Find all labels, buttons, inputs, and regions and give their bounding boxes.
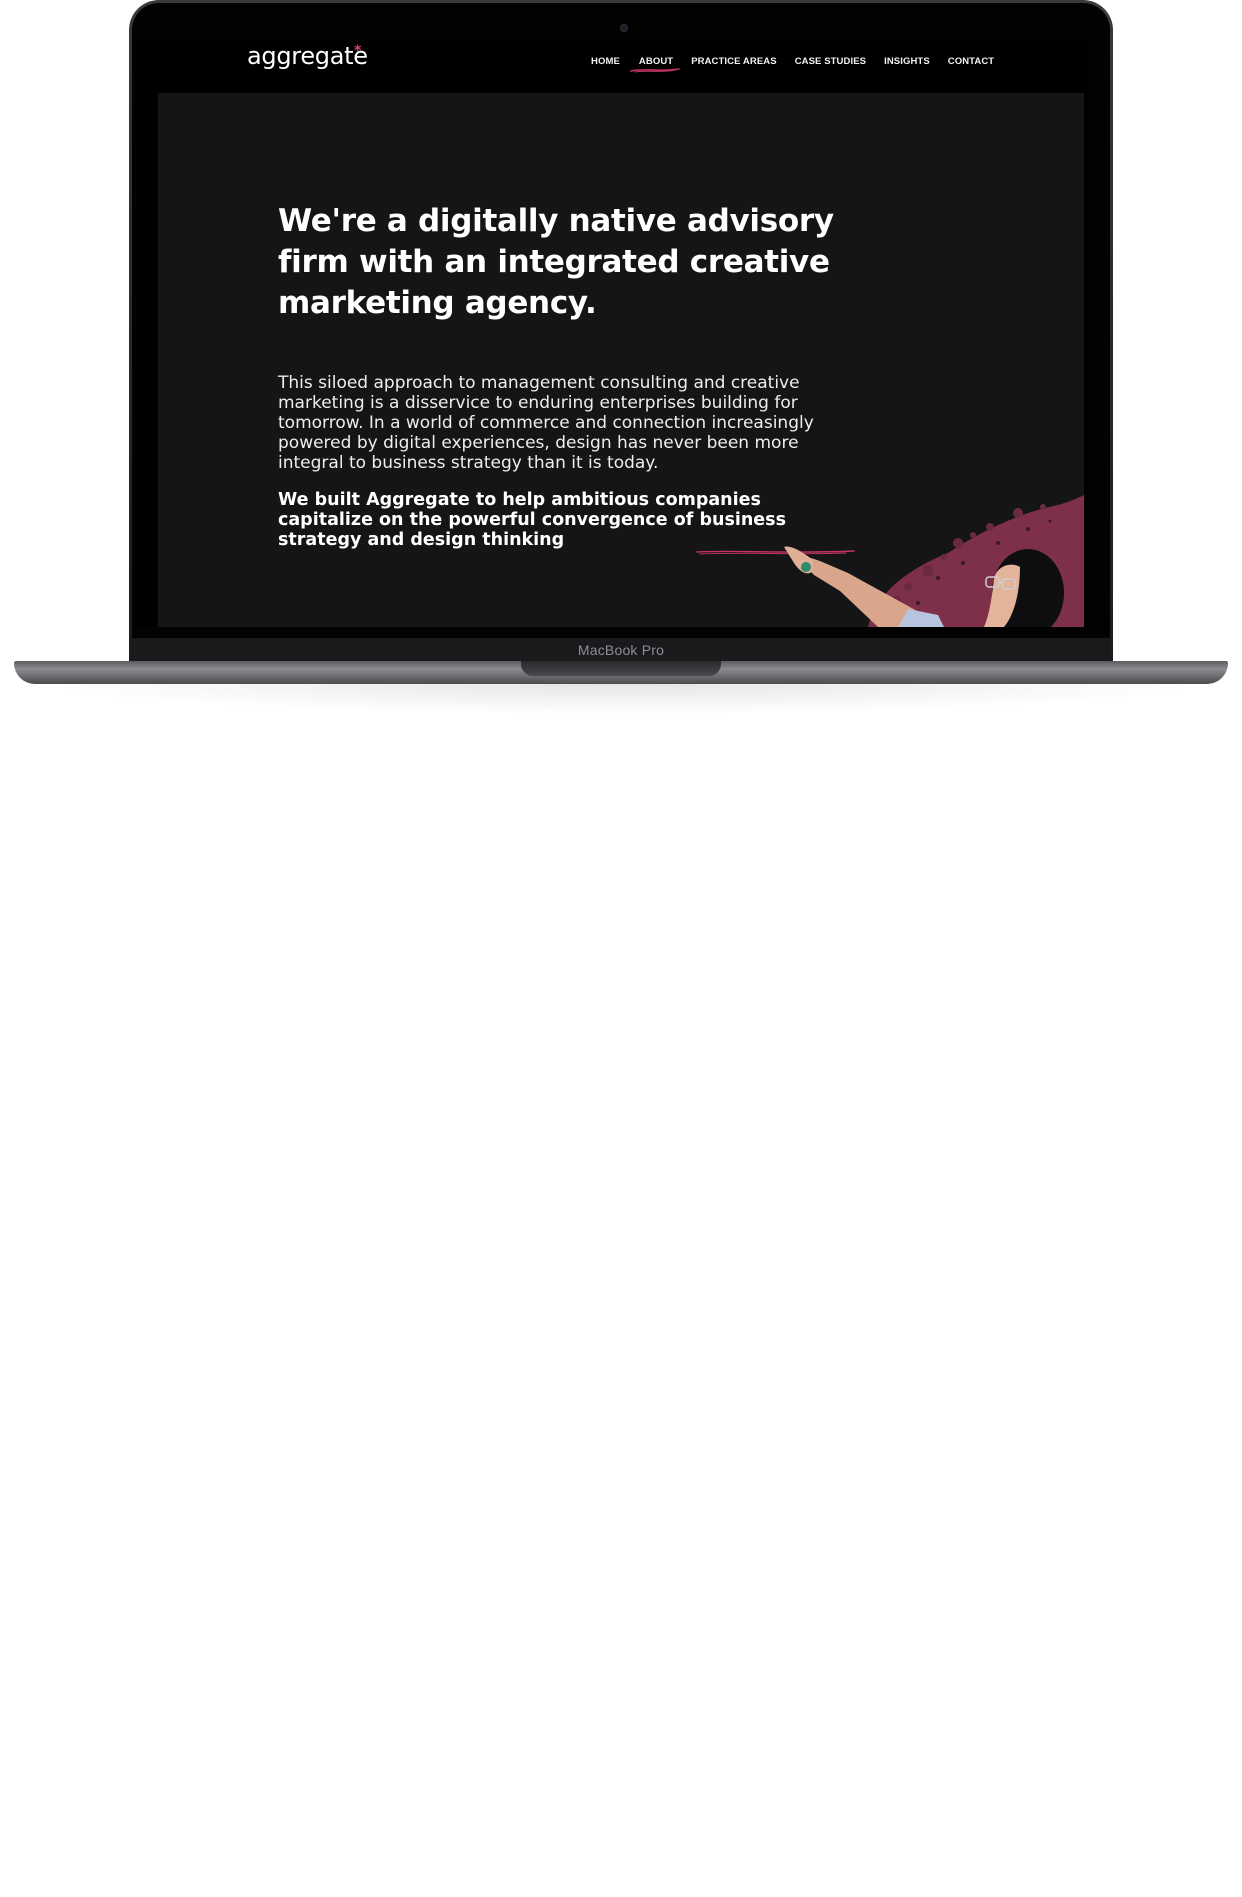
main-menu: HOME ABOUT PRACTICE AREAS CASE STUDIES I… [591,56,994,73]
site-header: aggregate * HOME ABOUT PRACTICE AREAS CA… [136,40,1088,93]
woman-pointing-illustration [784,495,1084,627]
nav-item-contact[interactable]: CONTACT [948,56,994,67]
hero-headline: We're a digitally native advisory firm w… [278,203,834,321]
nav-item-label: ABOUT [638,56,674,67]
nav-item-insights[interactable]: INSIGHTS [884,56,930,67]
logo-asterisk-icon: * [354,43,362,59]
nav-item-about[interactable]: ABOUT [630,56,680,73]
nav-item-home[interactable]: HOME [591,56,620,67]
site-logo[interactable]: aggregate [247,42,368,70]
device-label: MacBook Pro [577,642,665,658]
mission-text-end: and design thinking [361,530,565,550]
hero-section: We're a digitally native advisory firm w… [158,93,1084,627]
laptop-hinge-notch [521,661,721,676]
logo-text: aggregate [247,42,368,70]
hero-mission-text: We built Aggregate to help ambitious com… [278,490,856,555]
laptop-shadow [40,684,1202,714]
nav-item-practice-areas[interactable]: PRACTICE AREAS [691,56,777,67]
website-screen: aggregate * HOME ABOUT PRACTICE AREAS CA… [136,40,1088,627]
hero-body-text: This siloed approach to management consu… [278,373,814,473]
nav-item-case-studies[interactable]: CASE STUDIES [795,56,866,67]
camera-icon [620,24,628,32]
mission-text-start: We built Aggregate to help ambitious com… [278,490,761,530]
laptop-mockup: MacBook Pro aggregate * HOME ABOUT PRACT… [0,0,1242,1897]
active-underline-swash [630,68,680,73]
